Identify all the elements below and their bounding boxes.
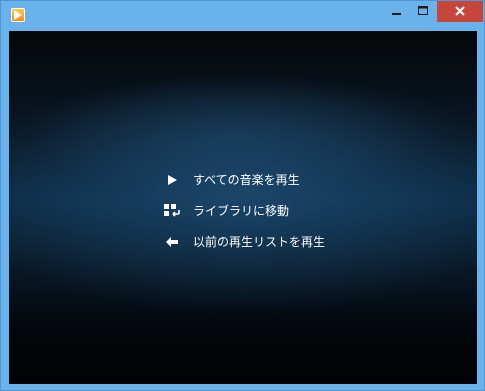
maximize-button[interactable]	[410, 1, 436, 22]
app-window: すべての音楽を再生 ライブラリに移動 以前の再生リストを再生	[0, 0, 485, 391]
close-button[interactable]	[437, 1, 483, 22]
close-icon	[455, 3, 465, 21]
library-icon	[164, 203, 180, 219]
go-to-library-item[interactable]: ライブラリに移動	[164, 195, 384, 226]
maximize-icon	[418, 3, 428, 21]
go-to-library-label: ライブラリに移動	[193, 204, 290, 218]
play-all-music-label: すべての音楽を再生	[193, 173, 300, 187]
app-icon[interactable]	[11, 8, 25, 22]
play-icon	[164, 172, 180, 188]
play-previous-playlist-item[interactable]: 以前の再生リストを再生	[164, 226, 384, 257]
title-bar[interactable]	[1, 1, 484, 31]
start-menu: すべての音楽を再生 ライブラリに移動 以前の再生リストを再生	[164, 164, 384, 257]
minimize-button[interactable]	[384, 1, 410, 22]
play-all-music-item[interactable]: すべての音楽を再生	[164, 164, 384, 195]
back-arrow-icon	[164, 234, 180, 250]
minimize-icon	[392, 3, 402, 21]
player-area: すべての音楽を再生 ライブラリに移動 以前の再生リストを再生	[9, 31, 477, 384]
play-previous-playlist-label: 以前の再生リストを再生	[193, 235, 326, 249]
